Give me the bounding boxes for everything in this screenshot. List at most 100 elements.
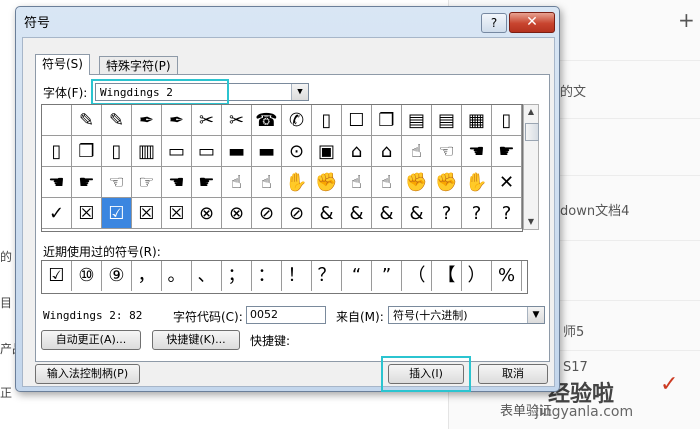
- symbol-cell[interactable]: ☜: [432, 136, 462, 167]
- tab-symbols[interactable]: 符号(S): [35, 54, 90, 75]
- scroll-up-icon[interactable]: ▲: [524, 105, 538, 119]
- recent-symbol-cell[interactable]: ”: [372, 261, 402, 291]
- chevron-down-icon[interactable]: ▼: [291, 84, 308, 100]
- ime-control-button[interactable]: 输入法控制柄(P): [35, 364, 140, 384]
- symbol-cell[interactable]: ▯: [312, 105, 342, 136]
- symbol-cell[interactable]: ▯: [42, 136, 72, 167]
- symbol-cell[interactable]: ☛: [192, 167, 222, 198]
- symbol-cell[interactable]: ✒: [162, 105, 192, 136]
- recent-symbol-cell[interactable]: ☑: [42, 261, 72, 291]
- symbol-cell[interactable]: ☒: [132, 198, 162, 229]
- symbol-cell[interactable]: ⊘: [282, 198, 312, 229]
- symbol-cell[interactable]: ✋: [462, 167, 492, 198]
- symbol-cell[interactable]: &: [402, 198, 432, 229]
- symbol-cell[interactable]: ▣: [312, 136, 342, 167]
- symbol-cell[interactable]: ✎: [102, 105, 132, 136]
- recent-symbol-cell[interactable]: ⑩: [72, 261, 102, 291]
- symbol-cell[interactable]: ⊙: [282, 136, 312, 167]
- symbol-cell[interactable]: ▭: [162, 136, 192, 167]
- symbol-cell[interactable]: ☑: [102, 198, 132, 229]
- symbol-cell[interactable]: ▥: [132, 136, 162, 167]
- symbol-cell[interactable]: ☚: [42, 167, 72, 198]
- symbol-cell[interactable]: ✓: [42, 198, 72, 229]
- symbol-cell[interactable]: ▯: [492, 105, 522, 136]
- symbol-cell[interactable]: ✒: [132, 105, 162, 136]
- recent-symbol-cell[interactable]: 【: [432, 261, 462, 291]
- recent-symbols-row[interactable]: ☑ ⑩ ⑨，。、；：！？ “” （【）%: [41, 260, 528, 294]
- chevron-down-icon[interactable]: ▼: [527, 307, 544, 323]
- scrollbar-thumb[interactable]: [525, 123, 539, 141]
- recent-symbol-cell[interactable]: 、: [192, 261, 222, 291]
- symbol-cell[interactable]: ❐: [72, 136, 102, 167]
- symbol-cell[interactable]: &: [372, 198, 402, 229]
- symbol-cell[interactable]: ✆: [282, 105, 312, 136]
- cancel-button[interactable]: 取消: [478, 364, 548, 384]
- symbol-cell[interactable]: ⊗: [192, 198, 222, 229]
- recent-symbol-cell[interactable]: “: [342, 261, 372, 291]
- autocorrect-button[interactable]: 自动更正(A)...: [41, 330, 141, 350]
- symbol-cell[interactable]: ☛: [492, 136, 522, 167]
- symbol-cell[interactable]: ☚: [162, 167, 192, 198]
- symbol-cell[interactable]: ⌂: [372, 136, 402, 167]
- symbol-cell[interactable]: ☛: [72, 167, 102, 198]
- symbol-cell[interactable]: ▤: [402, 105, 432, 136]
- symbol-cell[interactable]: ☚: [462, 136, 492, 167]
- scroll-down-icon[interactable]: ▼: [524, 215, 538, 229]
- symbol-cell[interactable]: ⊘: [252, 198, 282, 229]
- recent-symbol-cell[interactable]: ：: [252, 261, 282, 291]
- symbol-cell[interactable]: ☒: [72, 198, 102, 229]
- symbol-cell[interactable]: ?: [432, 198, 462, 229]
- from-select[interactable]: 符号(十六进制) ▼: [388, 306, 545, 324]
- symbol-cell[interactable]: ❐: [372, 105, 402, 136]
- symbol-cell[interactable]: ☝: [342, 167, 372, 198]
- symbol-cell[interactable]: ▬: [222, 136, 252, 167]
- add-icon[interactable]: +: [678, 8, 695, 32]
- recent-symbol-cell[interactable]: ，: [132, 261, 162, 291]
- symbol-cell[interactable]: ⌂: [342, 136, 372, 167]
- symbol-cell[interactable]: [42, 105, 72, 136]
- symbol-cell[interactable]: ✕: [492, 167, 522, 198]
- symbol-cell[interactable]: ▯: [102, 136, 132, 167]
- symbol-grid[interactable]: ✎ ✎ ✒ ✒ ✂ ✂ ☎ ✆ ▯ ☐ ❐ ▤ ▤ ▦ ▯ ▯ ❐ ▯ ▥ ▭ ▭ ▬ ▬ ⊙ ▣ ⌂ ⌂ ☝ ☜ ☚ ☛ ☚ ☛ ☜ ☞ ☚ ☛ ☝ ☝ ✋…: [41, 104, 523, 232]
- recent-symbol-cell[interactable]: （: [402, 261, 432, 291]
- recent-symbol-cell[interactable]: %: [492, 261, 522, 291]
- symbol-cell[interactable]: ?: [492, 198, 522, 229]
- symbol-cell[interactable]: ✊: [402, 167, 432, 198]
- symbol-cell[interactable]: ✂: [192, 105, 222, 136]
- symbol-cell[interactable]: ☝: [252, 167, 282, 198]
- symbol-cell[interactable]: ✊: [432, 167, 462, 198]
- tab-special-characters[interactable]: 特殊字符(P): [99, 56, 178, 75]
- symbol-grid-scrollbar[interactable]: ▲ ▼: [523, 104, 539, 230]
- symbol-cell[interactable]: ☝: [222, 167, 252, 198]
- symbol-cell[interactable]: ▬: [252, 136, 282, 167]
- recent-symbol-cell[interactable]: ？: [312, 261, 342, 291]
- symbol-cell[interactable]: &: [312, 198, 342, 229]
- symbol-cell[interactable]: ✂: [222, 105, 252, 136]
- symbol-cell[interactable]: ?: [462, 198, 492, 229]
- symbol-cell[interactable]: ☝: [372, 167, 402, 198]
- symbol-cell[interactable]: &: [342, 198, 372, 229]
- symbol-cell[interactable]: ⊗: [222, 198, 252, 229]
- symbol-cell[interactable]: ▭: [192, 136, 222, 167]
- symbol-cell[interactable]: ☎: [252, 105, 282, 136]
- symbol-cell[interactable]: ☞: [132, 167, 162, 198]
- recent-symbol-cell[interactable]: ！: [282, 261, 312, 291]
- insert-highlight-box: [381, 356, 471, 392]
- recent-symbol-cell[interactable]: ；: [222, 261, 252, 291]
- symbol-cell[interactable]: ☒: [162, 198, 192, 229]
- shortcut-key-button[interactable]: 快捷键(K)...: [152, 330, 240, 350]
- help-button[interactable]: ?: [481, 13, 507, 33]
- symbol-cell[interactable]: ▤: [432, 105, 462, 136]
- symbol-cell[interactable]: ✋: [282, 167, 312, 198]
- recent-symbol-cell[interactable]: ）: [462, 261, 492, 291]
- close-button[interactable]: ✕: [509, 12, 555, 33]
- symbol-cell[interactable]: ✎: [72, 105, 102, 136]
- symbol-cell[interactable]: ✊: [312, 167, 342, 198]
- recent-symbol-cell[interactable]: ⑨: [102, 261, 132, 291]
- symbol-cell[interactable]: ☜: [102, 167, 132, 198]
- recent-symbol-cell[interactable]: 。: [162, 261, 192, 291]
- symbol-cell[interactable]: ▦: [462, 105, 492, 136]
- symbol-cell[interactable]: ☐: [342, 105, 372, 136]
- symbol-cell[interactable]: ☝: [402, 136, 432, 167]
- char-code-input[interactable]: 0052: [246, 306, 326, 324]
